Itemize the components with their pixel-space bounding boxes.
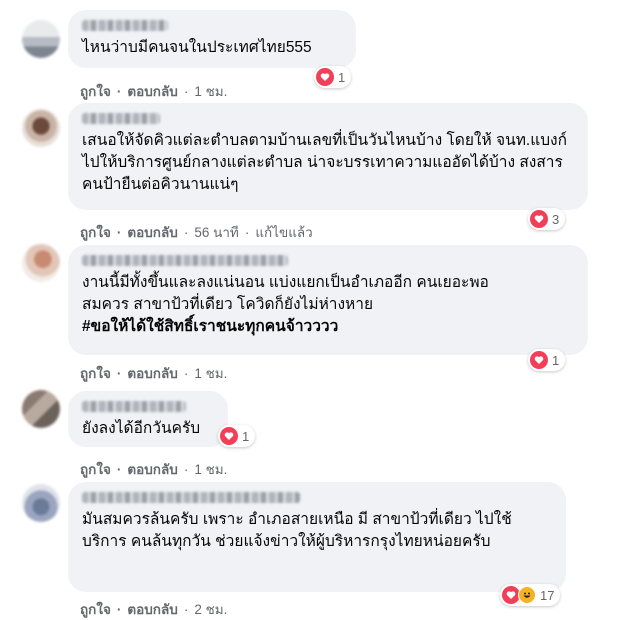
timestamp[interactable]: 2 ชม. (194, 598, 227, 620)
like-button[interactable]: ถูกใจ (80, 221, 111, 243)
reaction-summary[interactable]: 1 (528, 349, 566, 371)
separator: · (183, 461, 189, 477)
separator: · (183, 601, 189, 617)
separator: · (116, 83, 122, 99)
reaction-summary[interactable]: 3 (528, 208, 566, 230)
comment-text: ยังลงได้อีกวันครับ (82, 420, 201, 437)
reaction-summary[interactable]: 17 (500, 584, 561, 606)
like-button[interactable]: ถูกใจ (80, 80, 111, 102)
reaction-count: 1 (242, 428, 250, 444)
reaction-summary[interactable]: 1 (314, 66, 352, 88)
reply-button[interactable]: ตอบกลับ (127, 80, 177, 102)
author-name[interactable] (82, 255, 288, 266)
like-button[interactable]: ถูกใจ (80, 598, 111, 620)
separator: · (116, 601, 122, 617)
reaction-summary[interactable]: 1 (218, 425, 256, 447)
comment-text-line: งานนี้มีทั้งขึ้นและลงแน่นอน แบ่งแยกเป็นอ… (82, 274, 489, 291)
author-name[interactable] (82, 20, 168, 31)
timestamp[interactable]: 1 ชม. (194, 362, 227, 384)
like-button[interactable]: ถูกใจ (80, 362, 111, 384)
comment-bubble: เสนอให้จัดคิวแต่ละตำบลตามบ้านเลขที่เป็นว… (68, 103, 588, 210)
reaction-count: 1 (552, 352, 560, 368)
separator: · (244, 224, 250, 240)
author-name[interactable] (82, 492, 300, 503)
comment-text: เสนอให้จัดคิวแต่ละตำบลตามบ้านเลขที่เป็นว… (82, 132, 567, 193)
comment-bubble: มันสมควรล้นครับ เพราะ อำเภอสายเหนือ มี ส… (68, 482, 566, 592)
reply-button[interactable]: ตอบกลับ (127, 458, 177, 480)
avatar[interactable] (22, 20, 60, 58)
love-reaction-icon (316, 68, 334, 86)
love-reaction-icon (530, 210, 548, 228)
hashtag-link[interactable]: #ขอให้ได้ใช้สิทธิ์เราชนะทุกคนจ้าวววว (82, 316, 574, 338)
avatar[interactable] (22, 390, 60, 428)
comment-text-line: สมควร สาขาป้วที่เดียว โควิดก็ยังไม่ห่างห… (82, 296, 374, 313)
comment-bubble: ไหนว่าบมีคนจนในประเทศไทย555 (68, 10, 356, 68)
comment-text: ไหนว่าบมีคนจนในประเทศไทย555 (82, 39, 312, 56)
reaction-count: 17 (540, 587, 555, 603)
separator: · (183, 83, 189, 99)
comment-actions: ถูกใจ · ตอบกลับ · 1 ชม. (80, 362, 227, 384)
comment-actions: ถูกใจ · ตอบกลับ · 2 ชม. (80, 598, 227, 620)
avatar[interactable] (22, 244, 60, 282)
love-reaction-icon (530, 351, 548, 369)
separator: · (116, 224, 122, 240)
separator: · (116, 365, 122, 381)
reply-button[interactable]: ตอบกลับ (127, 598, 177, 620)
timestamp[interactable]: 1 ชม. (194, 80, 227, 102)
comment-actions: ถูกใจ · ตอบกลับ · 1 ชม. (80, 458, 227, 480)
reply-button[interactable]: ตอบกลับ (127, 221, 177, 243)
separator: · (183, 365, 189, 381)
edited-label: แก้ไขแล้ว (255, 225, 313, 240)
comment-actions: ถูกใจ · ตอบกลับ · 1 ชม. (80, 80, 227, 102)
comment-bubble: ยังลงได้อีกวันครับ (68, 391, 228, 447)
timestamp[interactable]: 56 นาที (194, 221, 238, 243)
author-name[interactable] (82, 401, 186, 412)
like-button[interactable]: ถูกใจ (80, 458, 111, 480)
love-reaction-icon (220, 427, 238, 445)
avatar[interactable] (22, 484, 60, 522)
comment-text: มันสมควรล้นครับ เพราะ อำเภอสายเหนือ มี ส… (82, 511, 512, 550)
reaction-count: 3 (552, 211, 560, 227)
reaction-count: 1 (338, 69, 346, 85)
separator: · (116, 461, 122, 477)
timestamp[interactable]: 1 ชม. (194, 458, 227, 480)
avatar[interactable] (22, 109, 60, 147)
author-name[interactable] (82, 113, 160, 124)
separator: · (183, 224, 189, 240)
comment-actions: ถูกใจ · ตอบกลับ · 56 นาที · แก้ไขแล้ว (80, 221, 313, 243)
comment-bubble: งานนี้มีทั้งขึ้นและลงแน่นอน แบ่งแยกเป็นอ… (68, 245, 588, 355)
haha-reaction-icon (518, 586, 536, 604)
reply-button[interactable]: ตอบกลับ (127, 362, 177, 384)
